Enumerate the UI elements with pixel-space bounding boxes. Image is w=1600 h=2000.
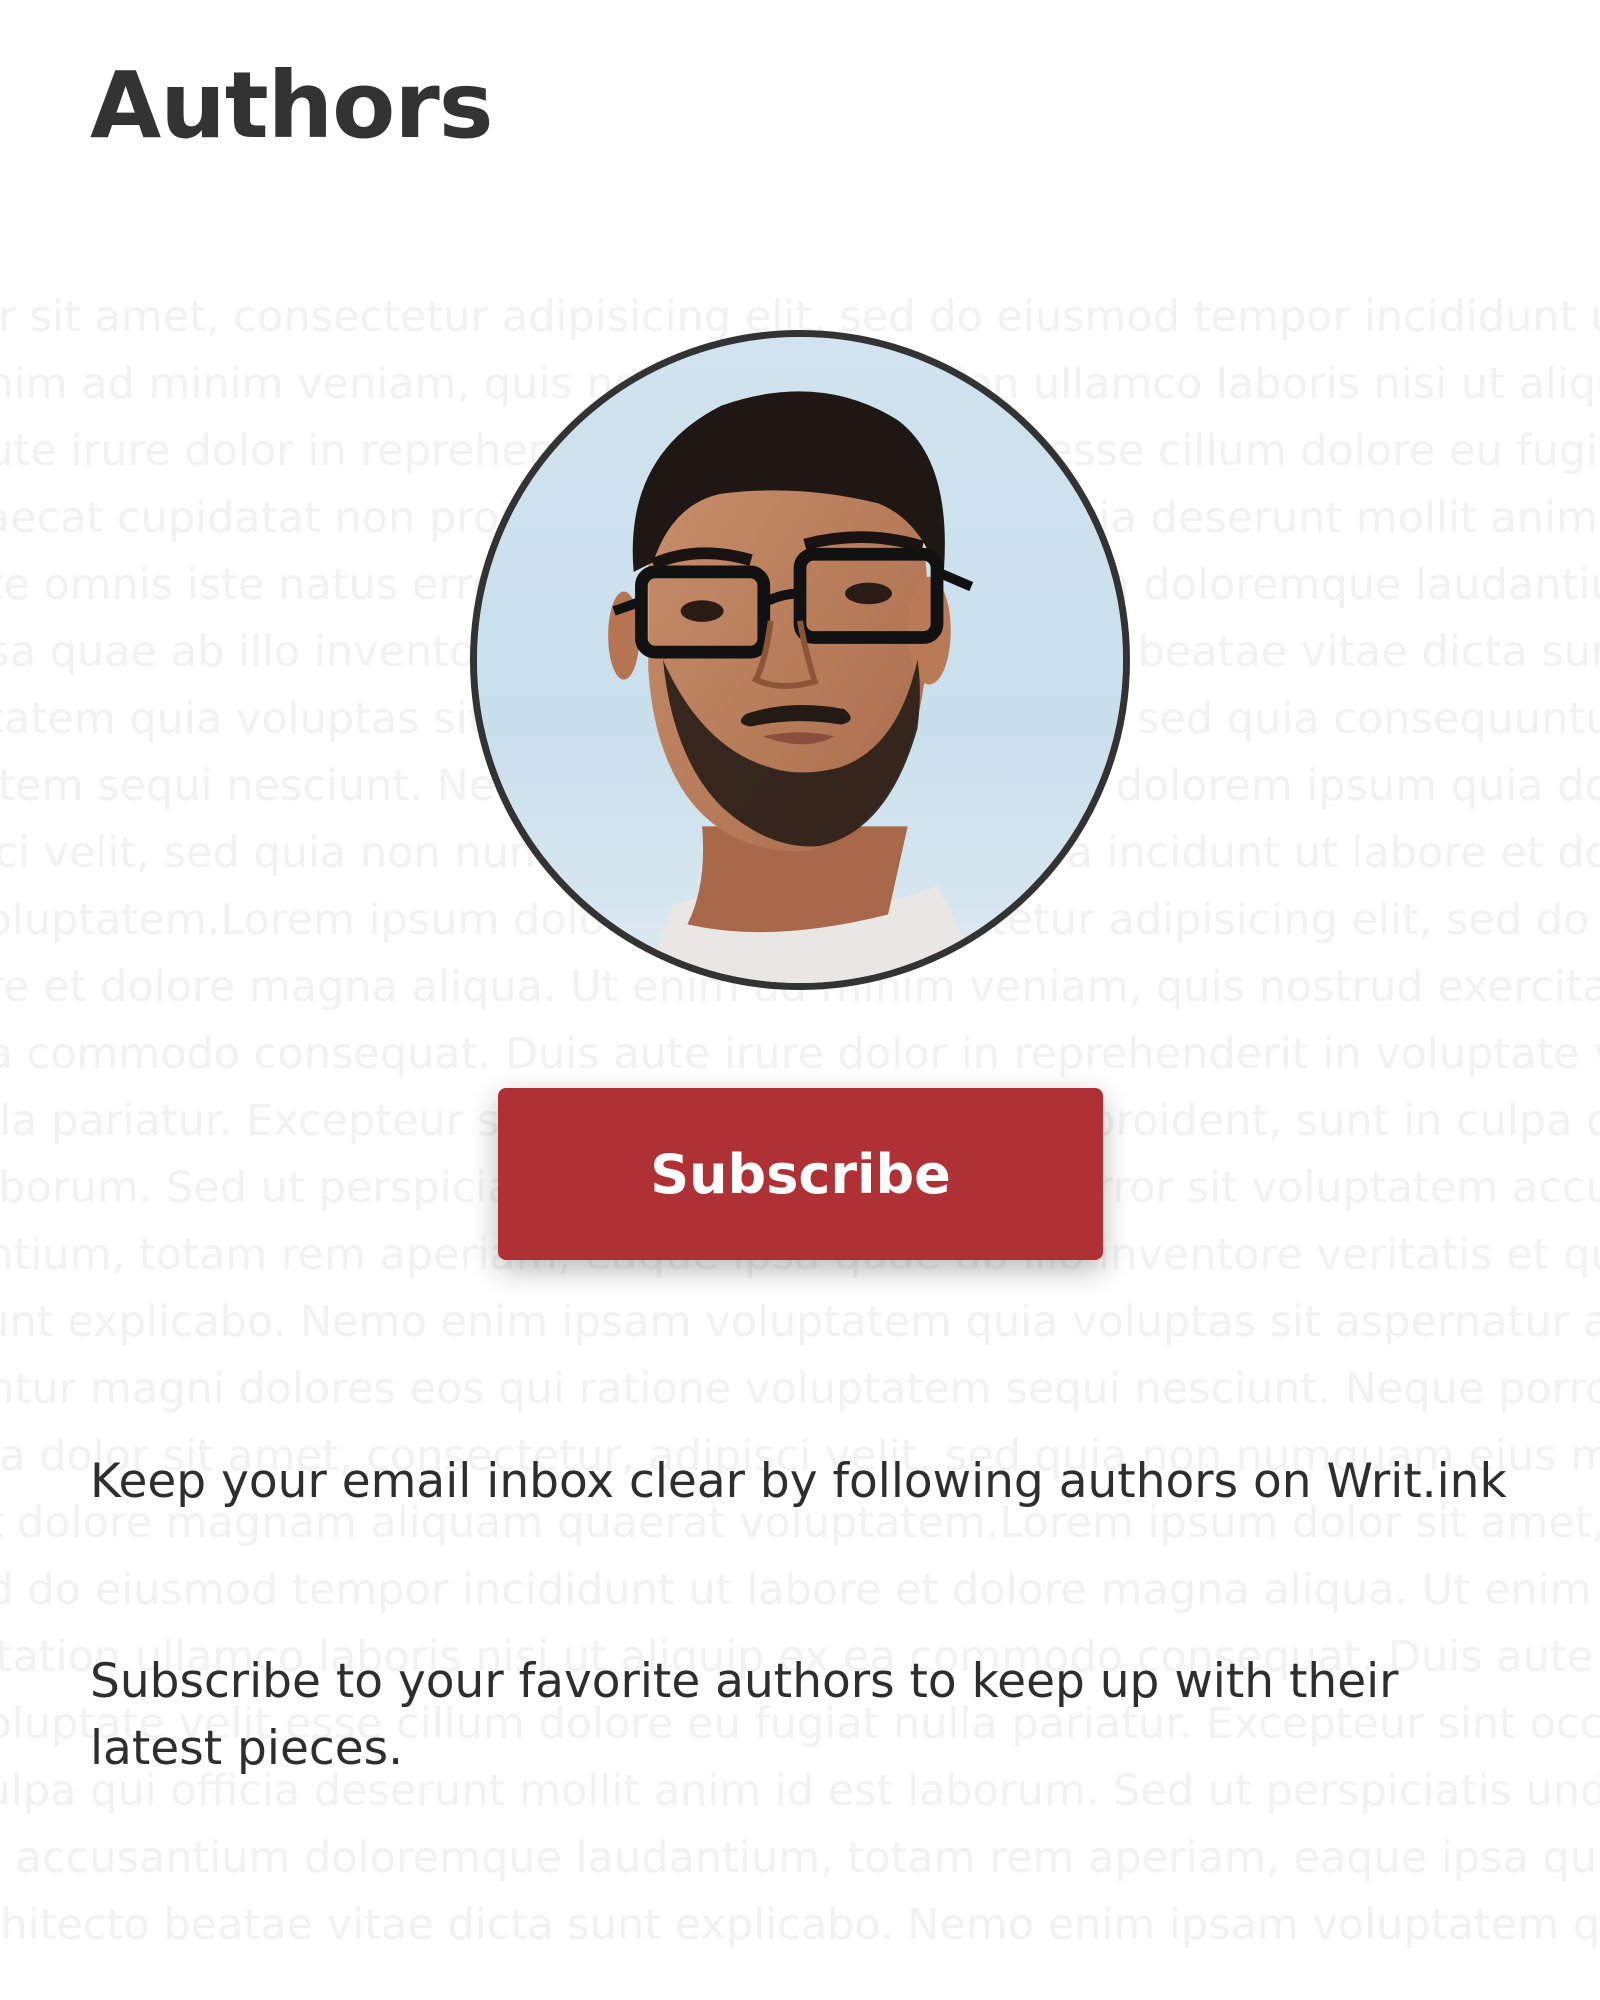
background-text-line: ed do eiusmod tempor incididunt ut labor… bbox=[0, 1565, 1600, 1615]
subscribe-paragraph: Subscribe to your favorite authors to ke… bbox=[90, 1654, 1399, 1776]
background-text-line: sunt explicabo. Nemo enim ipsam voluptat… bbox=[0, 1297, 1600, 1347]
intro-paragraph: Keep your email inbox clear by following… bbox=[90, 1454, 1507, 1509]
subscribe-button[interactable]: Subscribe bbox=[498, 1088, 1103, 1260]
author-avatar[interactable] bbox=[470, 330, 1130, 990]
background-text-line: rchitecto beatae vitae dicta sunt explic… bbox=[0, 1900, 1600, 1950]
background-text-line: ea commodo consequat. Duis aute irure do… bbox=[0, 1029, 1600, 1079]
author-avatar-photo-icon bbox=[477, 337, 1123, 983]
background-text-line: untur magni dolores eos qui ratione volu… bbox=[0, 1364, 1600, 1414]
authors-page: lor sit amet, consectetur adipisicing el… bbox=[0, 0, 1600, 2000]
background-text-line: m accusantium doloremque laudantium, tot… bbox=[0, 1833, 1600, 1883]
page-title: Authors bbox=[90, 52, 494, 159]
